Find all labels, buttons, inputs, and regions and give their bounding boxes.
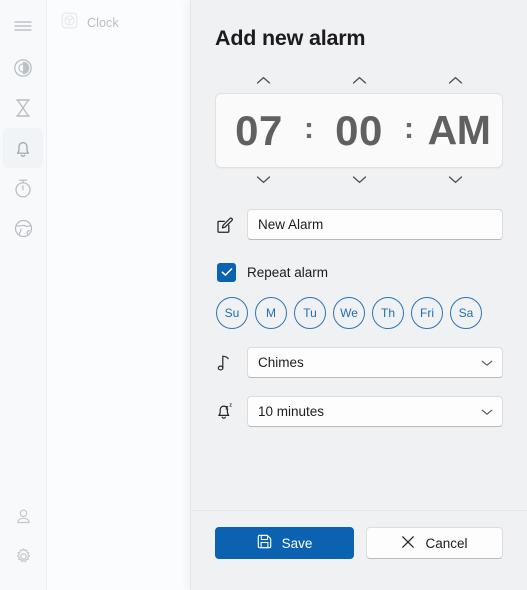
- chevron-up-icon: [352, 72, 367, 90]
- repeat-days-group: Su M Tu We Th Fri Sa: [216, 297, 503, 329]
- alarm-form: 07 : 00 : AM New Alarm Repeat alarm Su M…: [191, 51, 527, 510]
- stopwatch-icon: [13, 177, 33, 199]
- chevron-down-icon: [256, 171, 271, 189]
- add-alarm-panel: Add new alarm 07: 00: AM New Alarm Rep…: [190, 0, 527, 590]
- alarm-sound-row: Chimes: [215, 347, 503, 378]
- alarm-sound-value: Chimes: [258, 355, 304, 370]
- day-toggle-sa[interactable]: Sa: [450, 297, 482, 329]
- period-decrement-button[interactable]: [407, 171, 503, 189]
- music-note-icon: [215, 353, 235, 373]
- repeat-alarm-label: Repeat alarm: [247, 265, 329, 280]
- snooze-duration-value: 10 minutes: [258, 404, 325, 419]
- time-display-box: 07 : 00 : AM: [215, 93, 503, 168]
- time-picker: 07 : 00 : AM: [215, 69, 503, 192]
- save-button-label: Save: [281, 535, 313, 551]
- time-separator-2: :: [404, 111, 414, 145]
- edit-pencil-icon: [215, 215, 235, 235]
- time-picker-up-arrows: [215, 69, 503, 93]
- sidebar-item-stopwatch[interactable]: [3, 168, 43, 208]
- bell-icon: [13, 138, 33, 159]
- repeat-alarm-toggle[interactable]: Repeat alarm: [217, 263, 503, 282]
- cancel-button-label: Cancel: [425, 535, 468, 551]
- clock-app-window: Clock Add new alarm 07: 00: AM New Ala…: [0, 0, 527, 590]
- day-toggle-fri[interactable]: Fri: [411, 297, 443, 329]
- rail-top-group: [3, 0, 43, 248]
- clock-icon: [61, 12, 78, 34]
- period-value[interactable]: AM: [416, 107, 502, 154]
- hour-increment-button[interactable]: [215, 72, 311, 90]
- period-increment-button[interactable]: [407, 72, 503, 90]
- gear-icon: [14, 547, 33, 566]
- hour-decrement-button[interactable]: [215, 171, 311, 189]
- snooze-row: z z 10 minutes: [215, 396, 503, 427]
- sidebar-item-world-clock[interactable]: [3, 208, 43, 248]
- close-x-icon: [401, 535, 415, 552]
- globe-icon: [13, 218, 34, 239]
- panel-footer: Save Cancel: [191, 510, 527, 590]
- alarm-name-input[interactable]: [258, 217, 492, 232]
- alarm-name-row: [215, 209, 503, 240]
- save-disk-icon: [257, 534, 272, 552]
- chevron-down-icon: [481, 355, 493, 370]
- alarm-sound-select[interactable]: Chimes: [247, 347, 503, 378]
- alarm-name-field[interactable]: [247, 209, 503, 240]
- focus-sessions-icon: [12, 57, 34, 79]
- chevron-down-icon: [481, 404, 493, 419]
- minute-value[interactable]: 00: [316, 107, 402, 155]
- settings-button[interactable]: [3, 536, 43, 576]
- hour-value[interactable]: 07: [216, 107, 302, 155]
- sidebar-item-alarm[interactable]: [3, 128, 43, 168]
- repeat-alarm-checkbox[interactable]: [217, 263, 236, 282]
- time-picker-down-arrows: [215, 168, 503, 192]
- svg-text:z: z: [225, 405, 228, 412]
- navigation-rail: [0, 0, 47, 590]
- time-separator-1: :: [304, 111, 314, 145]
- snooze-bell-icon: z z: [215, 402, 235, 422]
- person-icon: [14, 507, 33, 526]
- minute-decrement-button[interactable]: [311, 171, 407, 189]
- day-toggle-we[interactable]: We: [333, 297, 365, 329]
- cancel-button[interactable]: Cancel: [366, 527, 503, 559]
- page-title: Add new alarm: [215, 26, 366, 50]
- sidebar-item-timer[interactable]: [3, 88, 43, 128]
- hamburger-menu-button[interactable]: [3, 6, 43, 46]
- app-title: Clock: [87, 15, 119, 30]
- day-toggle-su[interactable]: Su: [216, 297, 248, 329]
- day-toggle-m[interactable]: M: [255, 297, 287, 329]
- account-button[interactable]: [3, 496, 43, 536]
- chevron-down-icon: [352, 171, 367, 189]
- hamburger-menu-icon: [14, 19, 32, 33]
- hourglass-icon: [13, 97, 33, 119]
- save-button[interactable]: Save: [215, 527, 354, 559]
- day-toggle-tu[interactable]: Tu: [294, 297, 326, 329]
- svg-text:z: z: [229, 403, 232, 409]
- chevron-up-icon: [448, 72, 463, 90]
- snooze-duration-select[interactable]: 10 minutes: [247, 396, 503, 427]
- minute-increment-button[interactable]: [311, 72, 407, 90]
- rail-bottom-group: [3, 496, 43, 590]
- chevron-up-icon: [256, 72, 271, 90]
- chevron-down-icon: [448, 171, 463, 189]
- day-toggle-th[interactable]: Th: [372, 297, 404, 329]
- sidebar-item-focus-sessions[interactable]: [3, 48, 43, 88]
- checkmark-icon: [221, 264, 233, 282]
